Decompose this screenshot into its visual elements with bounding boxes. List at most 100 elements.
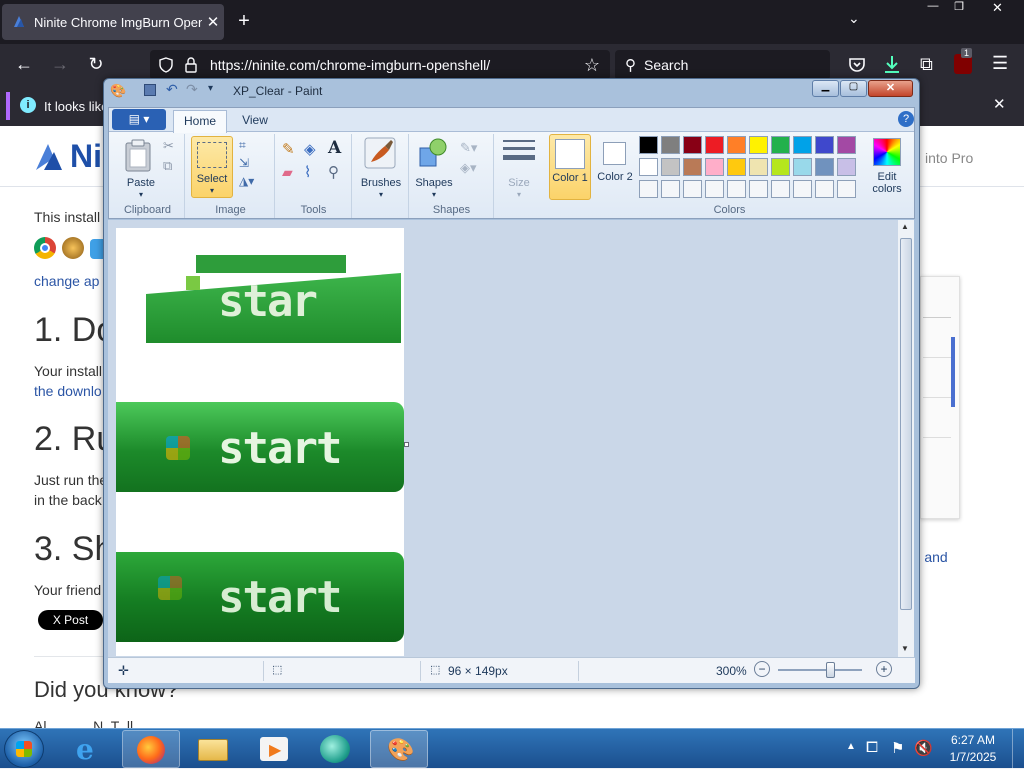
reload-icon[interactable]: ↻ [84,54,108,75]
pocket-icon[interactable] [848,56,866,74]
paint-menu-button[interactable]: ▤ ▾ [112,109,166,130]
paste-dropdown-icon[interactable]: ▾ [119,190,163,199]
undo-icon[interactable]: ↶ [166,81,178,98]
show-desktop-button[interactable] [1012,729,1024,769]
custom-color-slot[interactable] [837,180,856,198]
copy-icon[interactable]: ⧉ [163,158,172,174]
edit-colors-button[interactable]: Edit colors [863,136,911,202]
palette-color-swatch[interactable] [771,158,790,176]
pencil-icon[interactable]: ✎ [282,140,295,158]
tracking-shield-icon[interactable] [158,57,174,73]
tab-view[interactable]: View [233,110,277,131]
color2-button[interactable]: Color 2 [595,134,635,200]
color-picker-icon[interactable]: ⌇ [304,163,311,181]
zoom-slider-thumb[interactable] [826,662,835,678]
size-dropdown-icon[interactable]: ▾ [497,190,541,199]
palette-color-swatch[interactable] [771,136,790,154]
text-tool-icon[interactable]: A [328,138,341,158]
search-input[interactable]: ⚲ Search [615,50,830,80]
palette-color-swatch[interactable] [639,158,658,176]
paint-close-icon[interactable]: ✕ [868,80,913,97]
paint-taskbar-icon[interactable]: 🎨 [370,730,428,768]
restore-window-icon[interactable]: ❐ [948,0,970,18]
brushes-label[interactable]: Brushes [355,177,407,189]
fill-bucket-icon[interactable]: ◈ [304,140,316,158]
paint-minimize-icon[interactable]: ▁ [812,80,839,97]
brush-icon[interactable] [363,136,397,170]
palette-color-swatch[interactable] [727,136,746,154]
cut-icon[interactable]: ✂ [163,138,174,154]
x-post-button[interactable]: X Post [38,610,103,630]
color1-button[interactable]: Color 1 [549,134,591,200]
paint-canvas[interactable]: star start start [116,228,404,656]
scroll-down-icon[interactable]: ▼ [901,644,909,653]
minimize-window-icon[interactable]: — [918,0,948,18]
custom-color-slot[interactable] [793,180,812,198]
notification-close-icon[interactable]: ✕ [993,95,1006,113]
palette-color-swatch[interactable] [661,136,680,154]
quick-access-customize-icon[interactable]: ▾ [208,83,213,94]
firefox-taskbar-icon[interactable] [122,730,180,768]
network-tray-icon[interactable]: ⧠ [866,739,878,756]
paint-app-icon[interactable]: 🎨 [110,83,126,99]
nav-link-pro[interactable]: into Pro [925,150,973,166]
size-label[interactable]: Size [497,177,541,189]
shapes-dropdown-icon[interactable]: ▾ [412,190,456,199]
show-hidden-icons-icon[interactable]: ▲ [846,741,856,752]
palette-color-swatch[interactable] [837,158,856,176]
fill-icon[interactable]: ◈▾ [460,160,477,176]
rotate-icon[interactable]: ◮▾ [239,174,254,188]
browser-tab[interactable]: Ninite Chrome ImgBurn Open ✕ [2,4,224,40]
palette-color-swatch[interactable] [683,158,702,176]
palette-color-swatch[interactable] [837,136,856,154]
start-orb-icon[interactable] [4,730,44,768]
tab-close-icon[interactable]: ✕ [202,13,224,31]
media-player-taskbar-icon[interactable]: ▶ [246,730,304,768]
zoom-slider-track[interactable] [778,669,862,671]
tab-list-chevron-icon[interactable]: ⌄ [848,10,860,27]
palette-color-swatch[interactable] [815,158,834,176]
volume-muted-icon[interactable]: 🔇 [914,739,933,757]
scroll-up-icon[interactable]: ▲ [901,222,909,231]
bookmark-star-icon[interactable]: ☆ [584,55,600,76]
palette-color-swatch[interactable] [639,136,658,154]
palette-color-swatch[interactable] [793,136,812,154]
custom-color-slot[interactable] [705,180,724,198]
action-center-flag-icon[interactable]: ⚑ [891,739,904,757]
downloads-icon[interactable] [882,54,902,76]
canvas-resize-handle[interactable] [404,442,409,447]
custom-color-slot[interactable] [661,180,680,198]
custom-color-slot[interactable] [749,180,768,198]
select-button[interactable]: Select ▾ [191,136,233,198]
network-app-taskbar-icon[interactable] [308,730,366,768]
custom-color-slot[interactable] [683,180,702,198]
custom-color-slot[interactable] [815,180,834,198]
zoom-out-icon[interactable]: − [754,661,770,677]
vertical-scrollbar[interactable]: ▲ ▼ [898,220,914,657]
explorer-taskbar-icon[interactable] [184,730,242,768]
back-icon[interactable]: ← [12,54,36,75]
palette-color-swatch[interactable] [705,158,724,176]
help-icon[interactable]: ? [898,111,914,127]
palette-color-swatch[interactable] [705,136,724,154]
shapes-label[interactable]: Shapes [412,177,456,189]
palette-color-swatch[interactable] [815,136,834,154]
paste-clipboard-icon[interactable] [123,138,153,172]
palette-color-swatch[interactable] [749,158,768,176]
hamburger-menu-icon[interactable]: ☰ [992,53,1008,74]
zoom-in-icon[interactable]: + [876,661,892,677]
forward-icon[interactable]: → [48,54,72,75]
brushes-dropdown-icon[interactable]: ▾ [355,190,407,199]
new-tab-icon[interactable]: + [232,10,256,33]
palette-color-swatch[interactable] [749,136,768,154]
palette-color-swatch[interactable] [683,136,702,154]
url-bar[interactable]: https://ninite.com/chrome-imgburn-opensh… [150,50,610,80]
shapes-icon[interactable] [416,136,450,170]
clock-time[interactable]: 6:27 AM [938,733,1008,747]
close-window-icon[interactable]: ✕ [975,0,1020,18]
palette-color-swatch[interactable] [793,158,812,176]
custom-color-slot[interactable] [771,180,790,198]
palette-color-swatch[interactable] [661,158,680,176]
outline-icon[interactable]: ✎▾ [460,140,477,156]
custom-color-slot[interactable] [639,180,658,198]
